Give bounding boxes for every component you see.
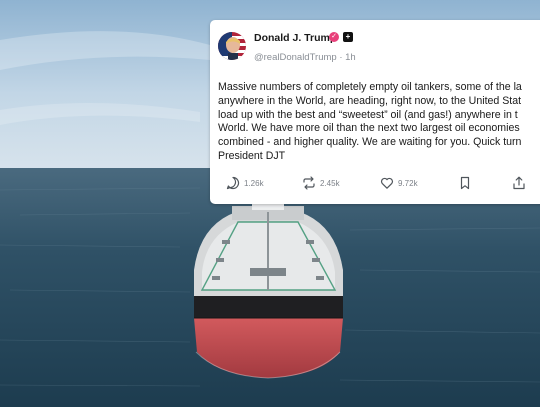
- author-handle: @realDonaldTrump · 1h: [254, 52, 356, 63]
- share-button[interactable]: [512, 175, 526, 191]
- reply-icon: [226, 176, 240, 190]
- handle-text[interactable]: @realDonaldTrump: [254, 52, 337, 63]
- repost-count: 2.45k: [320, 178, 340, 188]
- share-icon: [513, 176, 525, 190]
- author-name[interactable]: Donald J. Trump: [254, 32, 336, 44]
- flag-portrait-image: [218, 32, 246, 60]
- verified-badge-icon: ✓: [329, 32, 339, 42]
- repost-icon: [303, 176, 315, 190]
- bookmark-button[interactable]: [459, 175, 471, 191]
- social-post-card: Donald J. Trump ✓ + @realDonaldTrump · 1…: [210, 20, 540, 204]
- repost-button[interactable]: 2.45k: [302, 175, 340, 191]
- like-count: 9.72k: [398, 178, 418, 188]
- like-icon: [381, 177, 393, 189]
- reply-button[interactable]: 1.26k: [226, 175, 264, 191]
- post-text: Massive numbers of completely empty oil …: [218, 81, 522, 162]
- avatar[interactable]: [218, 32, 246, 60]
- plus-tag-icon: +: [343, 32, 353, 42]
- reply-count: 1.26k: [244, 178, 264, 188]
- post-time: 1h: [345, 52, 356, 63]
- like-button[interactable]: 9.72k: [380, 175, 418, 191]
- oil-tanker-ship: [194, 200, 343, 379]
- bookmark-icon: [460, 176, 470, 190]
